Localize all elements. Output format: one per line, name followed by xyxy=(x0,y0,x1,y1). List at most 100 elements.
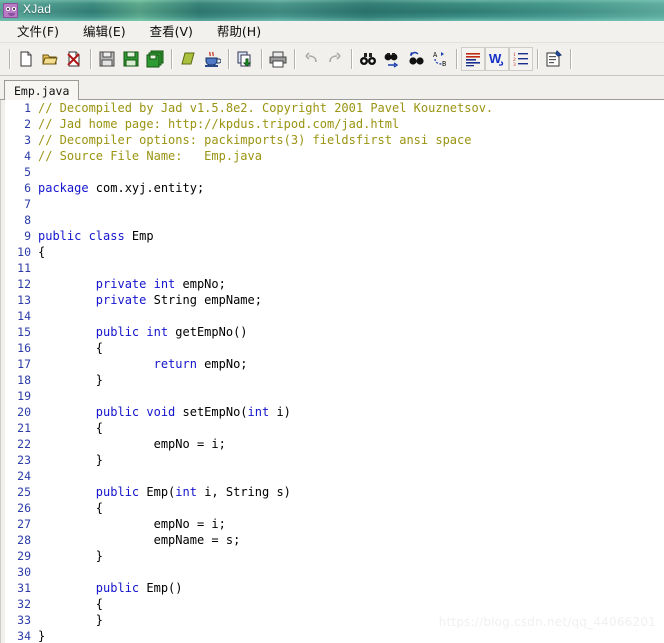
code-line: 7 xyxy=(7,196,664,212)
line-number: 12 xyxy=(17,277,31,291)
code-token: public xyxy=(95,581,140,595)
code-line: 1 // Decompiled by Jad v1.5.8e2. Copyrigh… xyxy=(7,100,664,116)
code-line: 33 } xyxy=(7,612,664,628)
line-number: 33 xyxy=(17,613,31,627)
code-text: private int empNo; xyxy=(31,276,226,292)
code-lines: 1 // Decompiled by Jad v1.5.8e2. Copyrigh… xyxy=(7,100,664,643)
code-text: // Decompiled by Jad v1.5.8e2. Copyright… xyxy=(31,100,493,116)
code-text: return empNo; xyxy=(31,356,248,372)
find-icon[interactable] xyxy=(356,47,380,71)
line-number: 5 xyxy=(24,165,31,179)
line-number: 30 xyxy=(17,565,31,579)
line-numbers-icon[interactable]: 123 xyxy=(509,47,533,71)
code-token: setEmpNo( xyxy=(175,405,248,419)
menu-item-view[interactable]: 查看(V) xyxy=(141,22,202,41)
code-line: 10 { xyxy=(7,244,664,260)
code-token: empNo; xyxy=(175,277,226,291)
properties-icon[interactable] xyxy=(542,47,566,71)
line-number: 1 xyxy=(24,101,31,115)
line-number: 4 xyxy=(24,149,31,163)
redo-icon xyxy=(323,47,347,71)
menu-item-file[interactable]: 文件(F) xyxy=(8,22,68,41)
code-token: Emp xyxy=(124,229,154,243)
menu-item-help[interactable]: 帮助(H) xyxy=(208,22,270,41)
svg-text:A: A xyxy=(433,51,438,59)
replace-icon[interactable]: AB xyxy=(428,47,452,71)
line-number: 13 xyxy=(17,293,31,307)
code-line: 16 { xyxy=(7,340,664,356)
code-token: private int xyxy=(95,277,176,291)
code-text: private String empName; xyxy=(31,292,262,308)
code-line: 15 public int getEmpNo() xyxy=(7,324,664,340)
find-next-icon[interactable] xyxy=(380,47,404,71)
code-token: { xyxy=(38,501,104,515)
code-line: 19 xyxy=(7,388,664,404)
print-icon[interactable] xyxy=(266,47,290,71)
tab-emp-java[interactable]: Emp.java xyxy=(4,80,80,100)
save-all-icon[interactable] xyxy=(143,47,167,71)
code-token: empNo = i; xyxy=(38,437,226,451)
code-token: i, String s) xyxy=(196,485,291,499)
code-token: } xyxy=(38,453,104,467)
line-number: 23 xyxy=(17,453,31,467)
word-wrap-icon[interactable]: W xyxy=(485,47,509,71)
code-token: // Jad home page: http://kpdus.tripod.co… xyxy=(38,117,400,131)
code-line: 29 } xyxy=(7,548,664,564)
line-number: 18 xyxy=(17,373,31,387)
line-number: 29 xyxy=(17,549,31,563)
code-text: } xyxy=(31,628,45,643)
find-previous-icon[interactable] xyxy=(404,47,428,71)
code-line: 20 public void setEmpNo(int i) xyxy=(7,404,664,420)
code-token: // Source File Name: Emp.java xyxy=(38,149,262,163)
save-icon[interactable] xyxy=(95,47,119,71)
code-line: 30 xyxy=(7,564,664,580)
line-number: 19 xyxy=(17,389,31,403)
export-file-icon[interactable] xyxy=(233,47,257,71)
code-token: } xyxy=(38,373,104,387)
line-number: 27 xyxy=(17,517,31,531)
line-number: 32 xyxy=(17,597,31,611)
code-line: 34} xyxy=(7,628,664,643)
toolbar-separator xyxy=(228,49,229,69)
svg-text:W: W xyxy=(489,51,502,66)
code-token: public void xyxy=(95,405,176,419)
code-token: public class xyxy=(38,229,125,243)
line-number: 8 xyxy=(24,213,31,227)
code-token: empNo = i; xyxy=(38,517,226,531)
open-folder-icon[interactable] xyxy=(38,47,62,71)
java-coffee-icon[interactable] xyxy=(200,47,224,71)
code-text: public Emp(int i, String s) xyxy=(31,484,291,500)
close-file-icon[interactable] xyxy=(62,47,86,71)
code-text: public Emp() xyxy=(31,580,183,596)
code-line: 32 { xyxy=(7,596,664,612)
toolbar-separator xyxy=(537,49,538,69)
line-number: 26 xyxy=(17,501,31,515)
code-token: package xyxy=(38,181,89,195)
new-file-icon[interactable] xyxy=(14,47,38,71)
code-token: Emp() xyxy=(139,581,183,595)
code-text: { xyxy=(31,420,103,436)
toolbar-separator xyxy=(9,49,10,69)
decompile-icon[interactable] xyxy=(176,47,200,71)
code-line: 9 public class Emp xyxy=(7,228,664,244)
line-number: 24 xyxy=(17,469,31,483)
line-number: 15 xyxy=(17,325,31,339)
code-line: 31 public Emp() xyxy=(7,580,664,596)
line-number: 17 xyxy=(17,357,31,371)
tab-label: Emp.java xyxy=(14,83,70,98)
code-token: } xyxy=(38,613,104,627)
menu-item-edit[interactable]: 编辑(E) xyxy=(74,22,135,41)
xjad-app-icon xyxy=(3,3,18,18)
code-editor[interactable]: 1 // Decompiled by Jad v1.5.8e2. Copyrigh… xyxy=(0,100,664,643)
save-as-icon[interactable] xyxy=(119,47,143,71)
code-line: 6 package com.xyj.entity; xyxy=(7,180,664,196)
undo-icon xyxy=(299,47,323,71)
code-token: } xyxy=(38,629,46,643)
format-align-icon[interactable] xyxy=(461,47,485,71)
code-line: 26 { xyxy=(7,500,664,516)
code-line: 8 xyxy=(7,212,664,228)
code-text: // Jad home page: http://kpdus.tripod.co… xyxy=(31,116,399,132)
